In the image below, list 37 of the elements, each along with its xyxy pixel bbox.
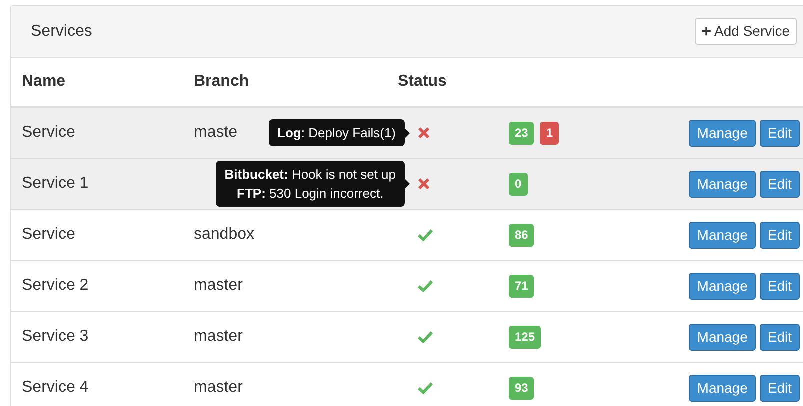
count-badge: 1 xyxy=(540,122,560,144)
service-name: Service 3 xyxy=(21,327,90,347)
column-header: Status xyxy=(398,72,448,92)
branch-name: master xyxy=(194,328,243,345)
branch-name: sandbox xyxy=(194,226,254,243)
edit-button[interactable]: Edit xyxy=(760,222,800,248)
branch-name: master xyxy=(194,379,243,396)
manage-button[interactable]: Manage xyxy=(689,120,756,146)
service-name: Service 1 xyxy=(21,174,90,194)
count-badge: 125 xyxy=(509,326,542,348)
count-badge: 0 xyxy=(509,172,528,196)
tooltip: Log: Deploy Fails(1) xyxy=(268,120,410,146)
service-name: Service 2 xyxy=(21,276,90,296)
count-badge: 86 xyxy=(509,224,534,246)
tooltip: Bitbucket: Hook is not set up FTP: 530 Login incorrect. xyxy=(216,161,410,207)
column-header: Name xyxy=(21,72,67,92)
manage-button[interactable]: Manage xyxy=(689,170,756,198)
service-name: Service 4 xyxy=(21,378,90,398)
count-badge: 23 xyxy=(509,122,534,144)
column-header: Branch xyxy=(194,72,250,92)
edit-button[interactable]: Edit xyxy=(760,170,800,198)
edit-button[interactable]: Edit xyxy=(760,374,800,402)
count-badge: 93 xyxy=(509,376,534,400)
edit-button[interactable]: Edit xyxy=(760,272,800,300)
edit-button[interactable]: Edit xyxy=(760,324,800,350)
manage-button[interactable]: Manage xyxy=(689,272,756,300)
service-name: Service xyxy=(21,225,76,245)
service-name: Service xyxy=(21,123,76,143)
manage-button[interactable]: Manage xyxy=(689,374,756,402)
manage-button[interactable]: Manage xyxy=(689,222,756,248)
branch-name: master xyxy=(194,277,243,294)
add-service-button[interactable]: + Add Service xyxy=(694,18,797,45)
count-badge: 71 xyxy=(509,274,534,298)
branch-name: maste xyxy=(194,124,238,141)
edit-button[interactable]: Edit xyxy=(760,120,800,146)
manage-button[interactable]: Manage xyxy=(689,324,756,350)
panel-title: Services xyxy=(31,22,92,42)
